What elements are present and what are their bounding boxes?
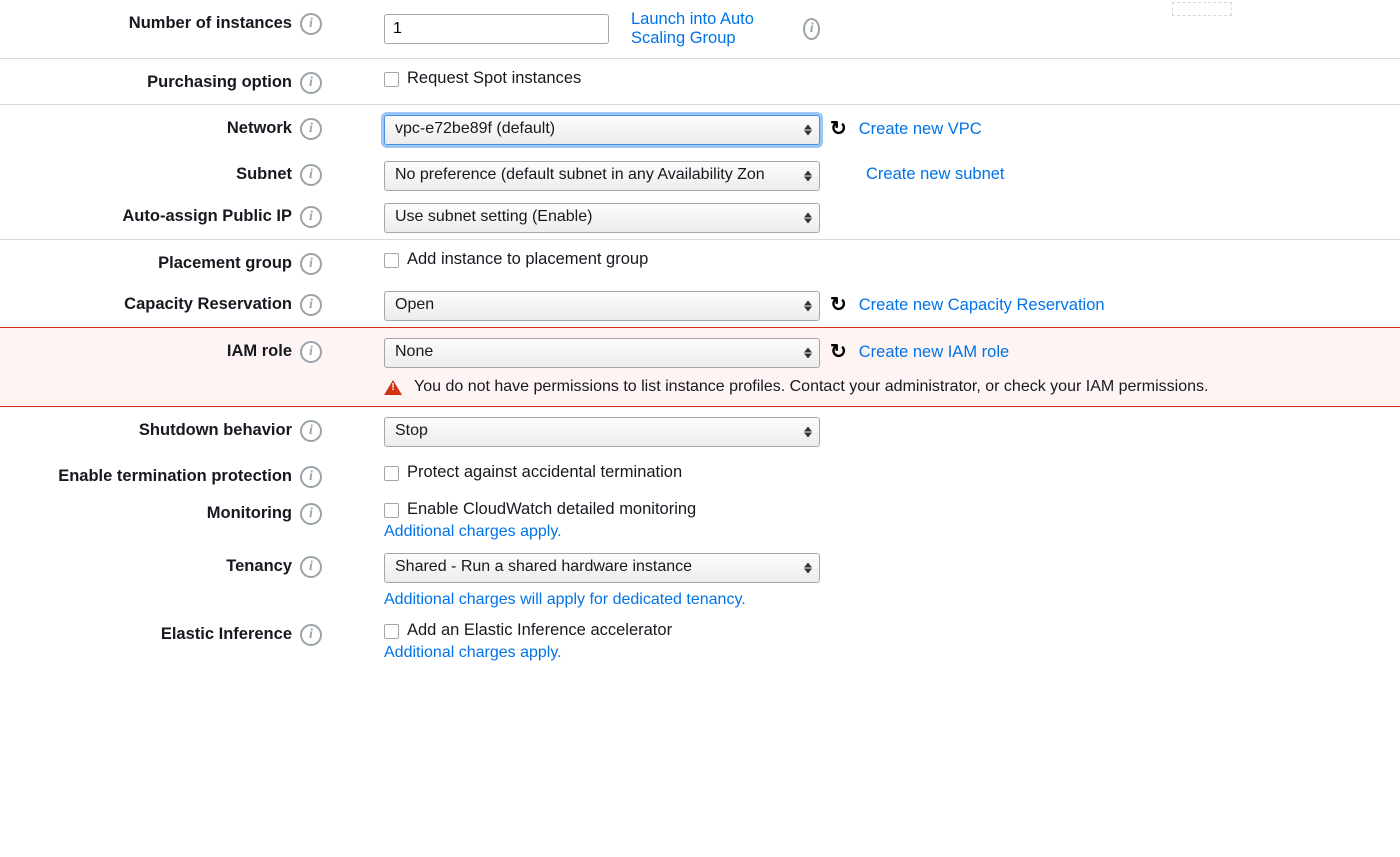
- row-monitoring: Monitoring i Enable CloudWatch detailed …: [0, 494, 1400, 547]
- elastic-inference-checkbox-label: Add an Elastic Inference accelerator: [407, 621, 672, 640]
- row-subnet: Subnet i No preference (default subnet i…: [0, 155, 1400, 197]
- shutdown-behavior-select[interactable]: Stop: [384, 417, 820, 447]
- info-icon[interactable]: i: [300, 420, 322, 442]
- info-icon[interactable]: i: [300, 341, 322, 363]
- warning-icon: [384, 380, 402, 395]
- info-icon[interactable]: i: [300, 13, 322, 35]
- label-tenancy: Tenancy: [0, 553, 300, 576]
- info-icon[interactable]: i: [300, 164, 322, 186]
- row-tenancy: Tenancy i Shared - Run a shared hardware…: [0, 547, 1400, 615]
- monitoring-checkbox[interactable]: [384, 503, 399, 518]
- row-shutdown-behavior: Shutdown behavior i Stop: [0, 407, 1400, 457]
- refresh-icon[interactable]: ↻: [830, 342, 847, 362]
- label-number-of-instances: Number of instances: [0, 10, 300, 33]
- row-termination-protection: Enable termination protection i Protect …: [0, 457, 1400, 494]
- info-icon[interactable]: i: [300, 118, 322, 140]
- placement-group-checkbox[interactable]: [384, 253, 399, 268]
- create-new-vpc-link[interactable]: Create new VPC: [859, 120, 982, 139]
- iam-role-error-message: You do not have permissions to list inst…: [414, 378, 1208, 396]
- placement-group-checkbox-label: Add instance to placement group: [407, 250, 648, 269]
- info-icon[interactable]: i: [300, 466, 322, 488]
- label-capacity-reservation: Capacity Reservation: [0, 291, 300, 314]
- request-spot-instances-checkbox[interactable]: [384, 72, 399, 87]
- create-new-iam-role-link[interactable]: Create new IAM role: [859, 343, 1009, 362]
- row-elastic-inference: Elastic Inference i Add an Elastic Infer…: [0, 615, 1400, 668]
- elastic-inference-charges-link[interactable]: Additional charges apply.: [384, 644, 820, 662]
- label-auto-assign-public-ip: Auto-assign Public IP: [0, 203, 300, 226]
- iam-role-select[interactable]: None: [384, 338, 820, 368]
- row-capacity-reservation: Capacity Reservation i Open ↻ Create new…: [0, 285, 1400, 327]
- label-iam-role: IAM role: [0, 338, 300, 361]
- info-icon[interactable]: i: [300, 294, 322, 316]
- network-select[interactable]: vpc-e72be89f (default): [384, 115, 820, 145]
- label-placement-group: Placement group: [0, 250, 300, 273]
- label-monitoring: Monitoring: [0, 500, 300, 523]
- label-elastic-inference: Elastic Inference: [0, 621, 300, 644]
- thumbnail-placeholder: [1172, 2, 1232, 16]
- info-icon[interactable]: i: [300, 624, 322, 646]
- number-of-instances-input[interactable]: [384, 14, 609, 44]
- subnet-select[interactable]: No preference (default subnet in any Ava…: [384, 161, 820, 191]
- monitoring-checkbox-label: Enable CloudWatch detailed monitoring: [407, 500, 696, 519]
- label-purchasing-option: Purchasing option: [0, 69, 300, 92]
- monitoring-charges-link[interactable]: Additional charges apply.: [384, 523, 820, 541]
- row-auto-assign-public-ip: Auto-assign Public IP i Use subnet setti…: [0, 197, 1400, 239]
- info-icon[interactable]: i: [300, 72, 322, 94]
- create-new-capacity-reservation-link[interactable]: Create new Capacity Reservation: [859, 296, 1105, 315]
- label-network: Network: [0, 115, 300, 138]
- refresh-icon[interactable]: ↻: [830, 295, 847, 315]
- info-icon[interactable]: i: [803, 18, 820, 40]
- create-new-subnet-link[interactable]: Create new subnet: [866, 165, 1005, 184]
- row-placement-group: Placement group i Add instance to placem…: [0, 240, 1400, 285]
- info-icon[interactable]: i: [300, 503, 322, 525]
- request-spot-instances-label: Request Spot instances: [407, 69, 581, 88]
- label-subnet: Subnet: [0, 161, 300, 184]
- info-icon[interactable]: i: [300, 253, 322, 275]
- info-icon[interactable]: i: [300, 556, 322, 578]
- capacity-reservation-select[interactable]: Open: [384, 291, 820, 321]
- tenancy-charges-link[interactable]: Additional charges will apply for dedica…: [384, 591, 820, 609]
- refresh-icon[interactable]: ↻: [830, 119, 847, 139]
- termination-protection-checkbox[interactable]: [384, 466, 399, 481]
- row-purchasing-option: Purchasing option i Request Spot instanc…: [0, 59, 1400, 104]
- row-network: Network i vpc-e72be89f (default) ↻ Creat…: [0, 105, 1400, 155]
- iam-role-error: You do not have permissions to list inst…: [0, 372, 1400, 406]
- label-shutdown-behavior: Shutdown behavior: [0, 417, 300, 440]
- row-iam-role: IAM role i None ↻ Create new IAM role: [0, 328, 1400, 372]
- termination-protection-checkbox-label: Protect against accidental termination: [407, 463, 682, 482]
- tenancy-select[interactable]: Shared - Run a shared hardware instance: [384, 553, 820, 583]
- label-termination-protection: Enable termination protection: [0, 463, 300, 486]
- info-icon[interactable]: i: [300, 206, 322, 228]
- launch-auto-scaling-link[interactable]: Launch into Auto Scaling Group: [631, 10, 795, 48]
- elastic-inference-checkbox[interactable]: [384, 624, 399, 639]
- auto-assign-public-ip-select[interactable]: Use subnet setting (Enable): [384, 203, 820, 233]
